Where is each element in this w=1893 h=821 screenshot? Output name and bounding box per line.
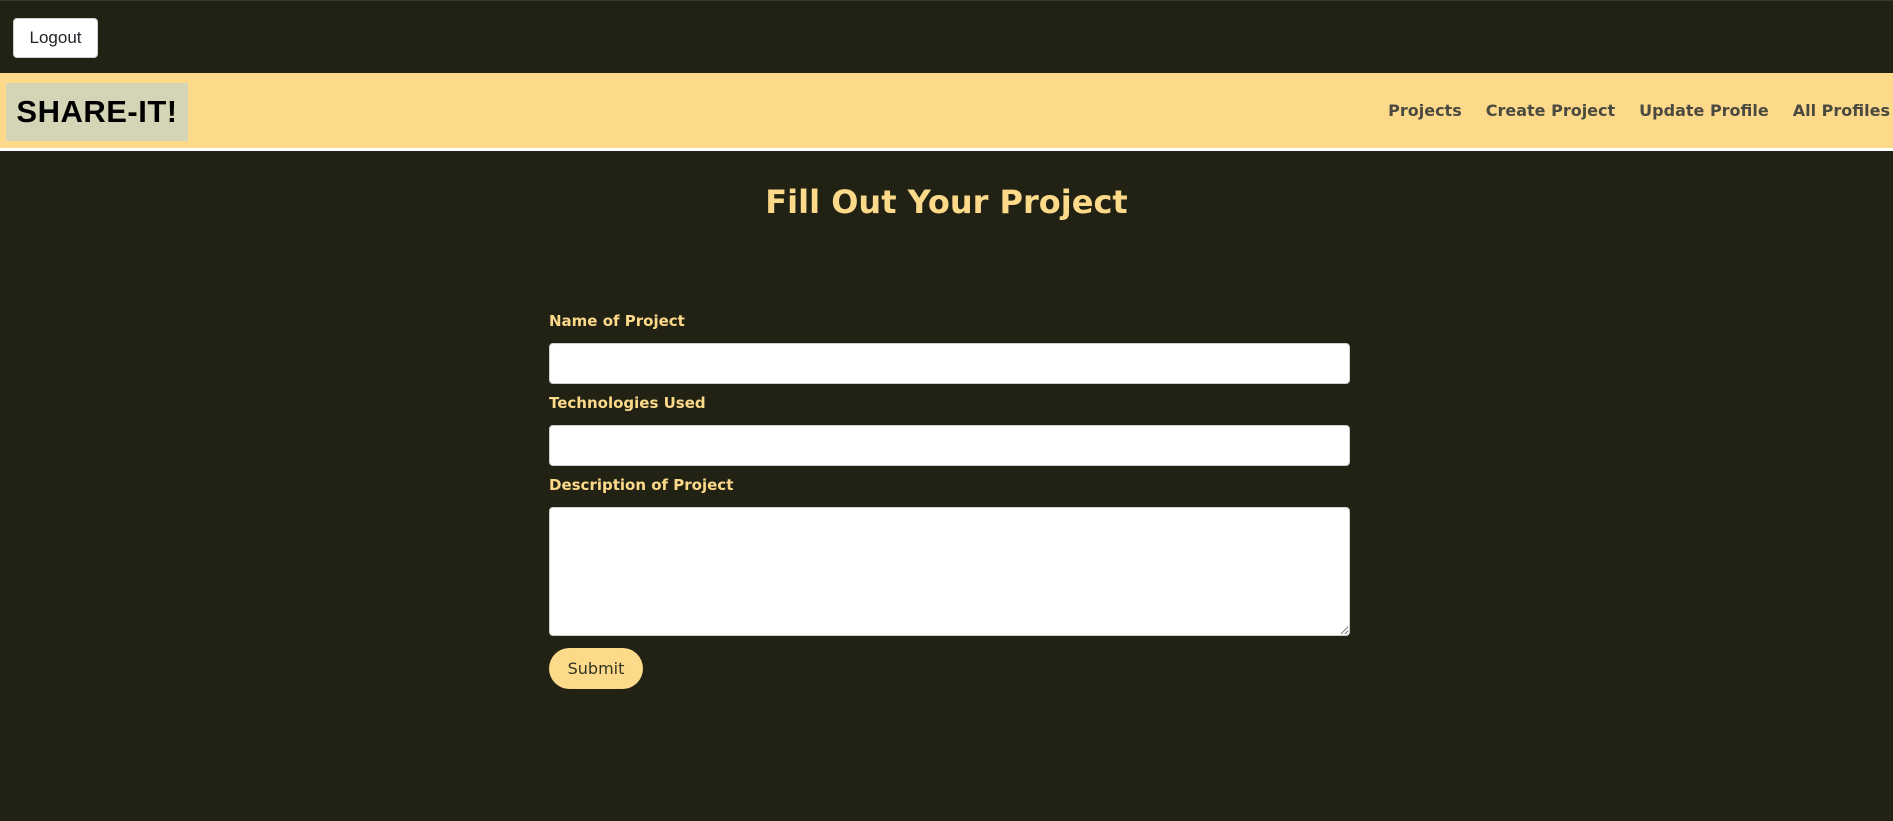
nav-link-update-profile[interactable]: Update Profile [1639,101,1769,120]
navbar: SHARE-IT! Projects Create Project Update… [0,73,1893,151]
project-form: Name of Project Technologies Used Descri… [549,312,1350,689]
page-title: Fill Out Your Project [765,183,1128,221]
name-of-project-input[interactable] [549,343,1350,384]
nav-link-all-profiles[interactable]: All Profiles [1793,101,1890,120]
submit-button[interactable]: Submit [549,648,643,689]
top-bar: Logout [0,0,1893,73]
name-of-project-label: Name of Project [549,312,685,330]
description-of-project-textarea[interactable] [549,507,1350,636]
technologies-used-label: Technologies Used [549,394,706,412]
nav-link-projects[interactable]: Projects [1388,101,1462,120]
description-of-project-label: Description of Project [549,476,734,494]
brand-logo[interactable]: SHARE-IT! [6,83,188,141]
nav-links: Projects Create Project Update Profile A… [1364,73,1890,148]
technologies-used-input[interactable] [549,425,1350,466]
nav-link-create-project[interactable]: Create Project [1486,101,1615,120]
logout-button[interactable]: Logout [13,18,98,58]
